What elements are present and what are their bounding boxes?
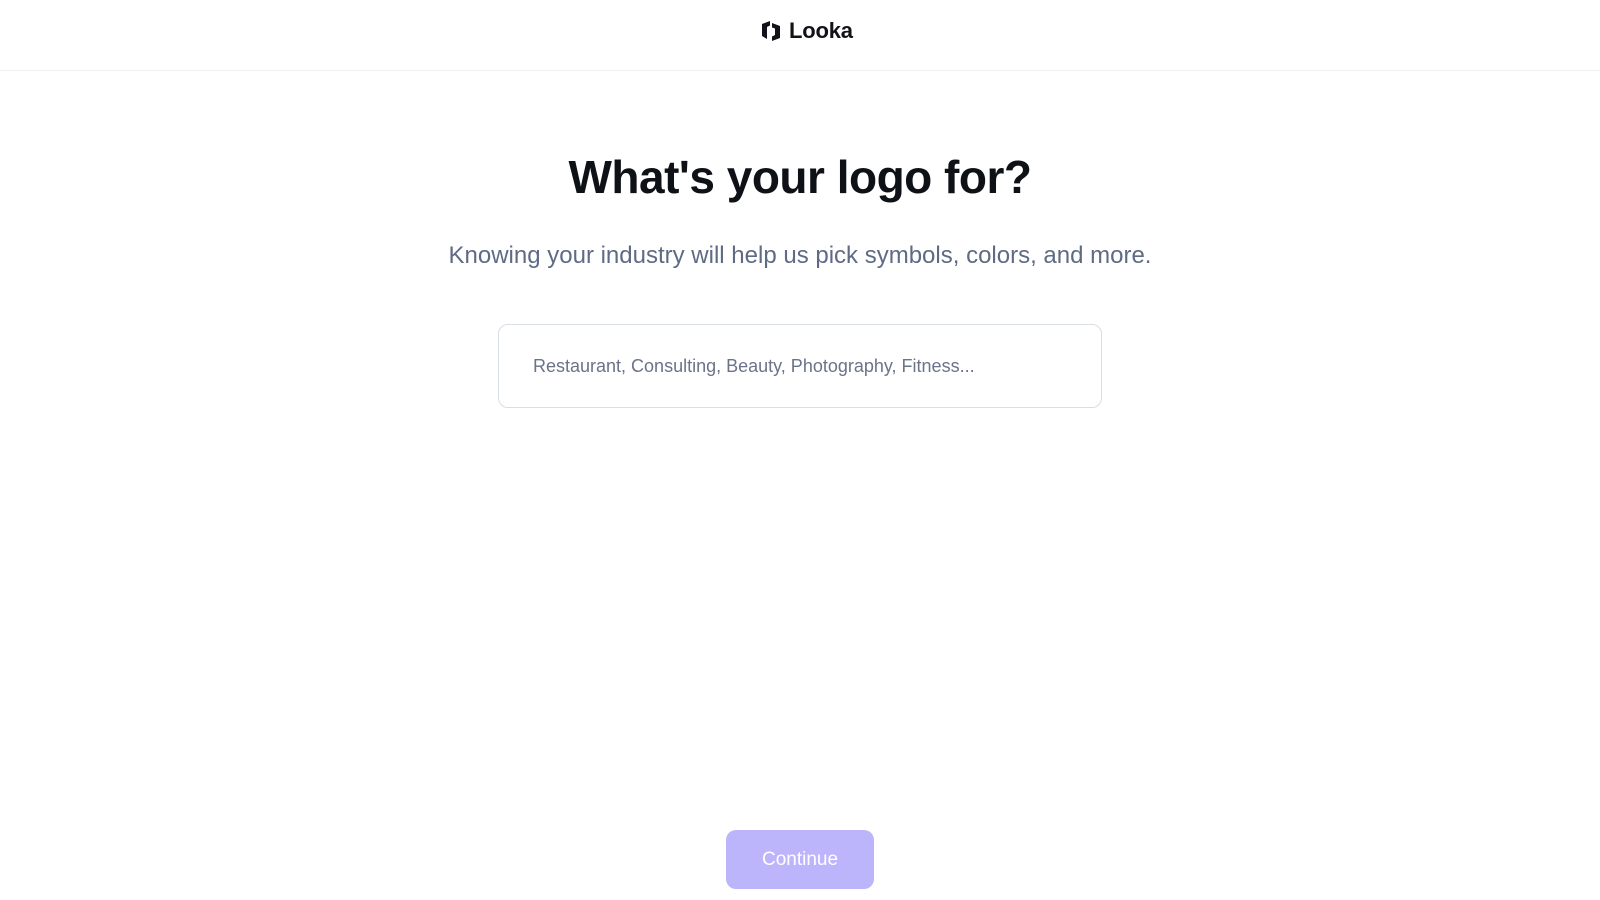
brand-logo-link[interactable]: Looka [759, 17, 853, 45]
page: Looka What's your logo for? Knowing your… [0, 0, 1600, 900]
page-subtitle: Knowing your industry will help us pick … [448, 242, 1152, 269]
page-title: What's your logo for? [568, 151, 1032, 203]
brand-name: Looka [789, 18, 853, 43]
looka-logo-icon [759, 19, 783, 43]
industry-input[interactable] [499, 325, 1101, 407]
continue-button[interactable]: Continue [726, 830, 874, 889]
industry-input-container [498, 324, 1102, 408]
top-header: Looka [0, 0, 1600, 71]
